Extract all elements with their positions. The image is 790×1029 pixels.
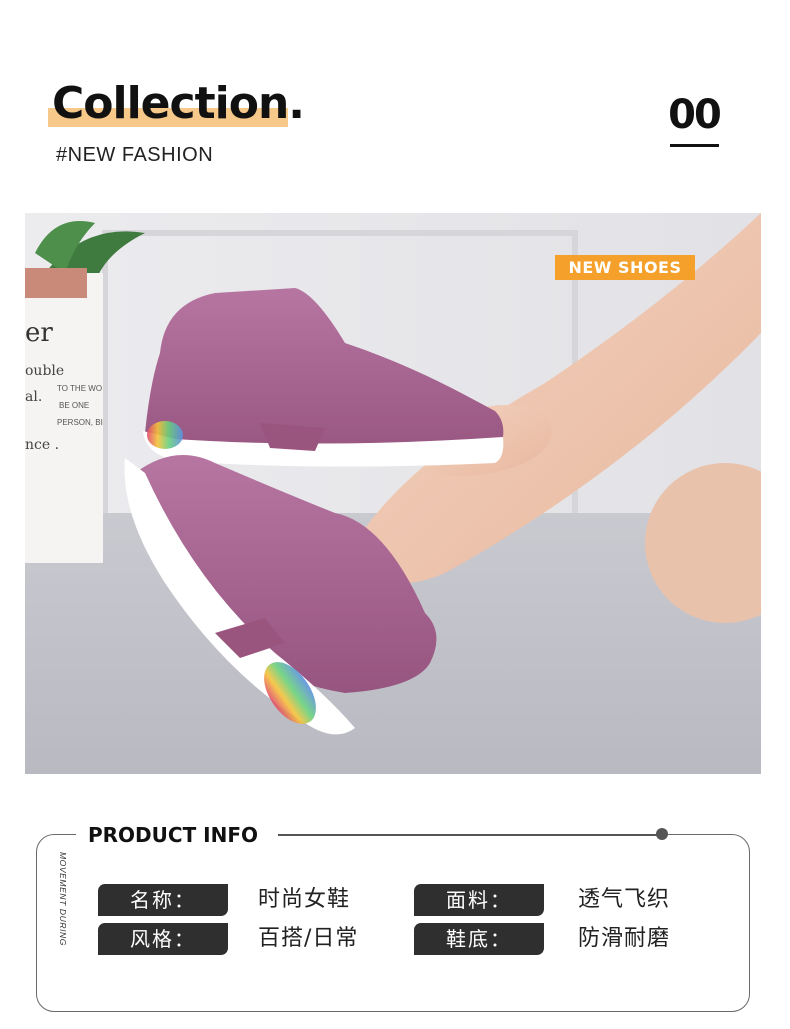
product-info-dot <box>656 828 668 840</box>
collection-title-block: Collection. <box>44 78 305 130</box>
bag-text: nce . <box>25 437 59 453</box>
bag-text: ouble <box>25 363 64 379</box>
bag-small-text: TO THE WO <box>57 384 102 393</box>
info-label-sole: 鞋底： <box>414 923 544 955</box>
info-value-name: 时尚女鞋 <box>258 887 351 912</box>
new-shoes-badge: NEW SHOES <box>555 255 695 280</box>
info-label-name: 名称： <box>98 884 228 916</box>
section-index-underline <box>670 144 719 147</box>
product-info-side-text: MOVEMENT DURING <box>58 852 68 946</box>
info-label-material: 面料： <box>414 884 544 916</box>
page-subtitle: #NEW FASHION <box>56 144 214 166</box>
page-title: Collection. <box>52 78 305 129</box>
bag-small-text: PERSON, BI <box>57 418 103 427</box>
product-info-rule <box>278 834 662 836</box>
bag-text: al. <box>25 389 42 405</box>
info-value-material: 透气飞织 <box>578 887 671 912</box>
product-info-title: PRODUCT INFO <box>88 823 259 847</box>
product-photo: er ouble al. nce . TO THE WO BE ONE PERS… <box>25 213 761 774</box>
product-photo-illustration: er ouble al. nce . TO THE WO BE ONE PERS… <box>25 213 761 774</box>
info-label-style: 风格： <box>98 923 228 955</box>
bag-pot <box>25 268 87 298</box>
info-value-sole: 防滑耐磨 <box>578 926 671 951</box>
bag-text-large: er <box>25 318 53 348</box>
bag-small-text: BE ONE <box>59 401 89 410</box>
section-index: 00 <box>668 92 722 138</box>
info-value-style: 百搭/日常 <box>258 926 359 951</box>
